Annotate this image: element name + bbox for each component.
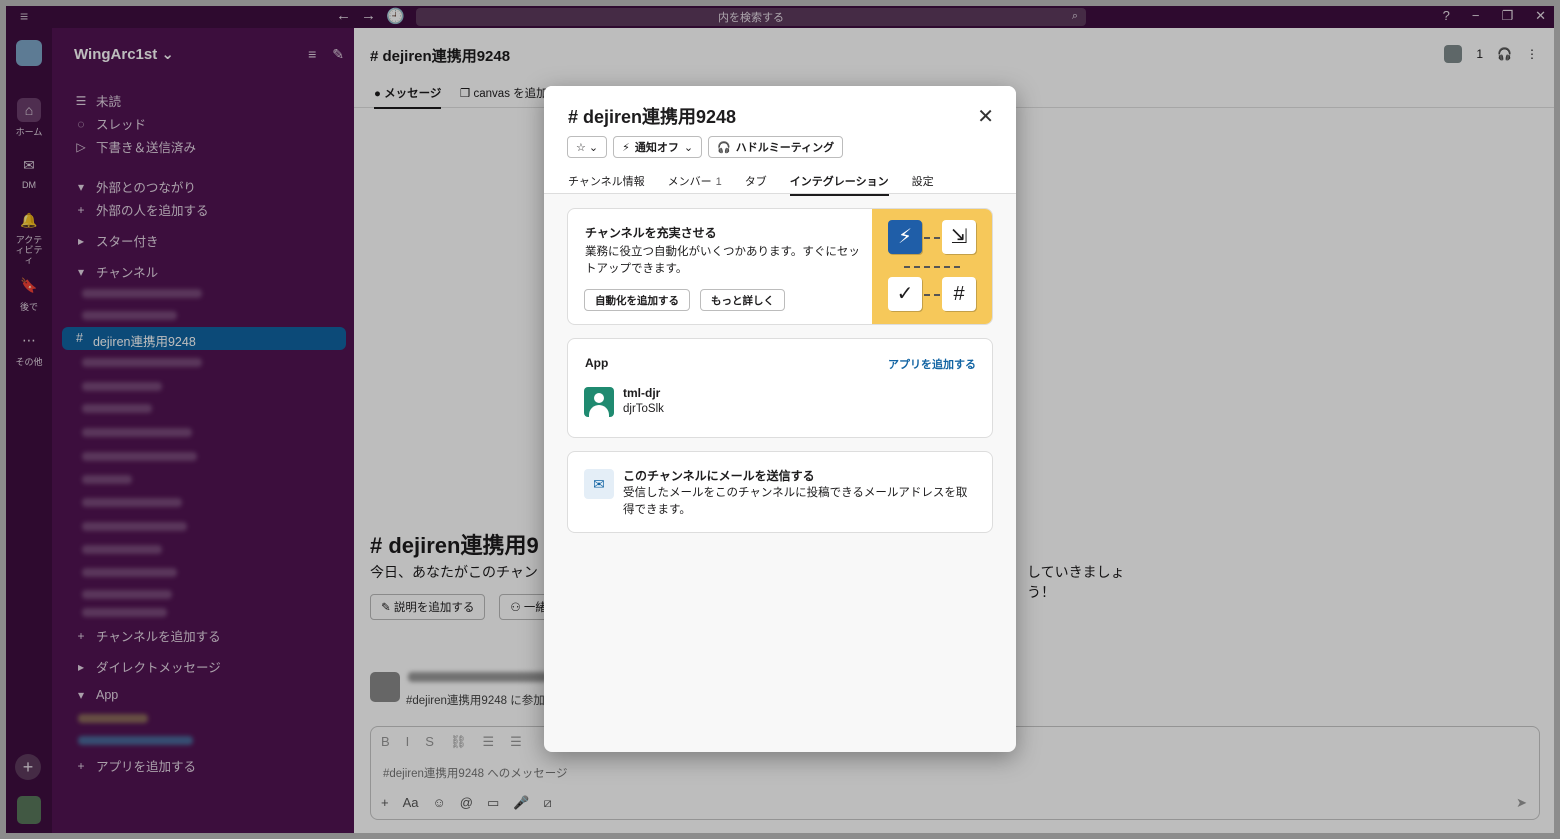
- avatar-head: [594, 393, 604, 403]
- headphones-icon: 🎧: [717, 141, 731, 154]
- star-button[interactable]: ☆ ⌄: [567, 136, 608, 158]
- connector: [924, 294, 940, 296]
- app-name[interactable]: tml-djr: [623, 386, 660, 400]
- modal-title: # dejiren連携用9248: [568, 107, 737, 127]
- email-card[interactable]: ✉ このチャンネルにメールを送信する 受信したメールをこのチャンネルに投稿できる…: [567, 451, 993, 533]
- hash-icon: #: [942, 277, 976, 311]
- enrich-title: チャンネルを充実させる: [585, 226, 717, 240]
- modal-tabs: チャンネル情報 メンバー 1 タブ インテグレーション 設定: [568, 173, 934, 196]
- connector: [924, 237, 940, 239]
- automation-illustration: ⚡ ⇲ ✓ #: [872, 209, 992, 324]
- modal-action-buttons: ☆ ⌄ ⚡ 通知オフ ⌄ 🎧 ハドルミーティング: [567, 136, 844, 158]
- avatar-body: [589, 405, 609, 417]
- notifications-label: 通知オフ: [634, 142, 679, 154]
- chevron-down-icon: ⌄: [683, 141, 694, 154]
- modal-header: # dejiren連携用9248 ✕ ☆ ⌄ ⚡ 通知オフ ⌄ 🎧 ハドルミーテ…: [544, 86, 1016, 196]
- email-title: このチャンネルにメールを送信する: [623, 469, 815, 483]
- enrich-buttons: 自動化を追加する もっと詳しく: [584, 289, 785, 311]
- email-icon: ✉: [584, 469, 614, 499]
- tab-members[interactable]: メンバー 1: [668, 173, 722, 196]
- huddle-label: ハドルミーティング: [735, 142, 835, 154]
- connector: [904, 266, 960, 268]
- enrich-description: 業務に役立つ自動化がいくつかあります。すぐにセットアップできます。: [585, 246, 860, 275]
- tab-channel-info[interactable]: チャンネル情報: [568, 173, 645, 196]
- tab-tabs[interactable]: タブ: [745, 173, 767, 196]
- bell-off-icon: ⚡: [622, 141, 630, 154]
- form-icon: ⇲: [942, 220, 976, 254]
- members-count: 1: [715, 176, 722, 188]
- email-description: 受信したメールをこのチャンネルに投稿できるメールアドレスを取得できます。: [623, 487, 968, 516]
- channel-details-modal: # dejiren連携用9248 ✕ ☆ ⌄ ⚡ 通知オフ ⌄ 🎧 ハドルミーテ…: [544, 86, 1016, 752]
- add-automation-button[interactable]: 自動化を追加する: [584, 289, 690, 311]
- close-icon[interactable]: ✕: [977, 104, 994, 129]
- check-icon: ✓: [888, 277, 922, 311]
- learn-more-button[interactable]: もっと詳しく: [700, 289, 785, 311]
- enrich-channel-card: チャンネルを充実させる 業務に役立つ自動化がいくつかあります。すぐにセットアップ…: [567, 208, 993, 325]
- tab-members-label: メンバー: [667, 176, 712, 188]
- app-subtitle: djrToSlk: [623, 403, 664, 415]
- tab-settings[interactable]: 設定: [912, 173, 934, 196]
- star-icon: ☆ ⌄: [576, 141, 599, 154]
- notifications-button[interactable]: ⚡ 通知オフ ⌄: [613, 136, 703, 158]
- huddle-button[interactable]: 🎧 ハドルミーティング: [708, 136, 844, 158]
- apps-card: App アプリを追加する tml-djr djrToSlk: [567, 338, 993, 438]
- apps-title: App: [585, 356, 609, 370]
- tab-integrations[interactable]: インテグレーション: [789, 173, 889, 196]
- add-app-link[interactable]: アプリを追加する: [888, 356, 976, 372]
- app-avatar[interactable]: [584, 387, 614, 417]
- lightning-icon: ⚡: [888, 220, 922, 254]
